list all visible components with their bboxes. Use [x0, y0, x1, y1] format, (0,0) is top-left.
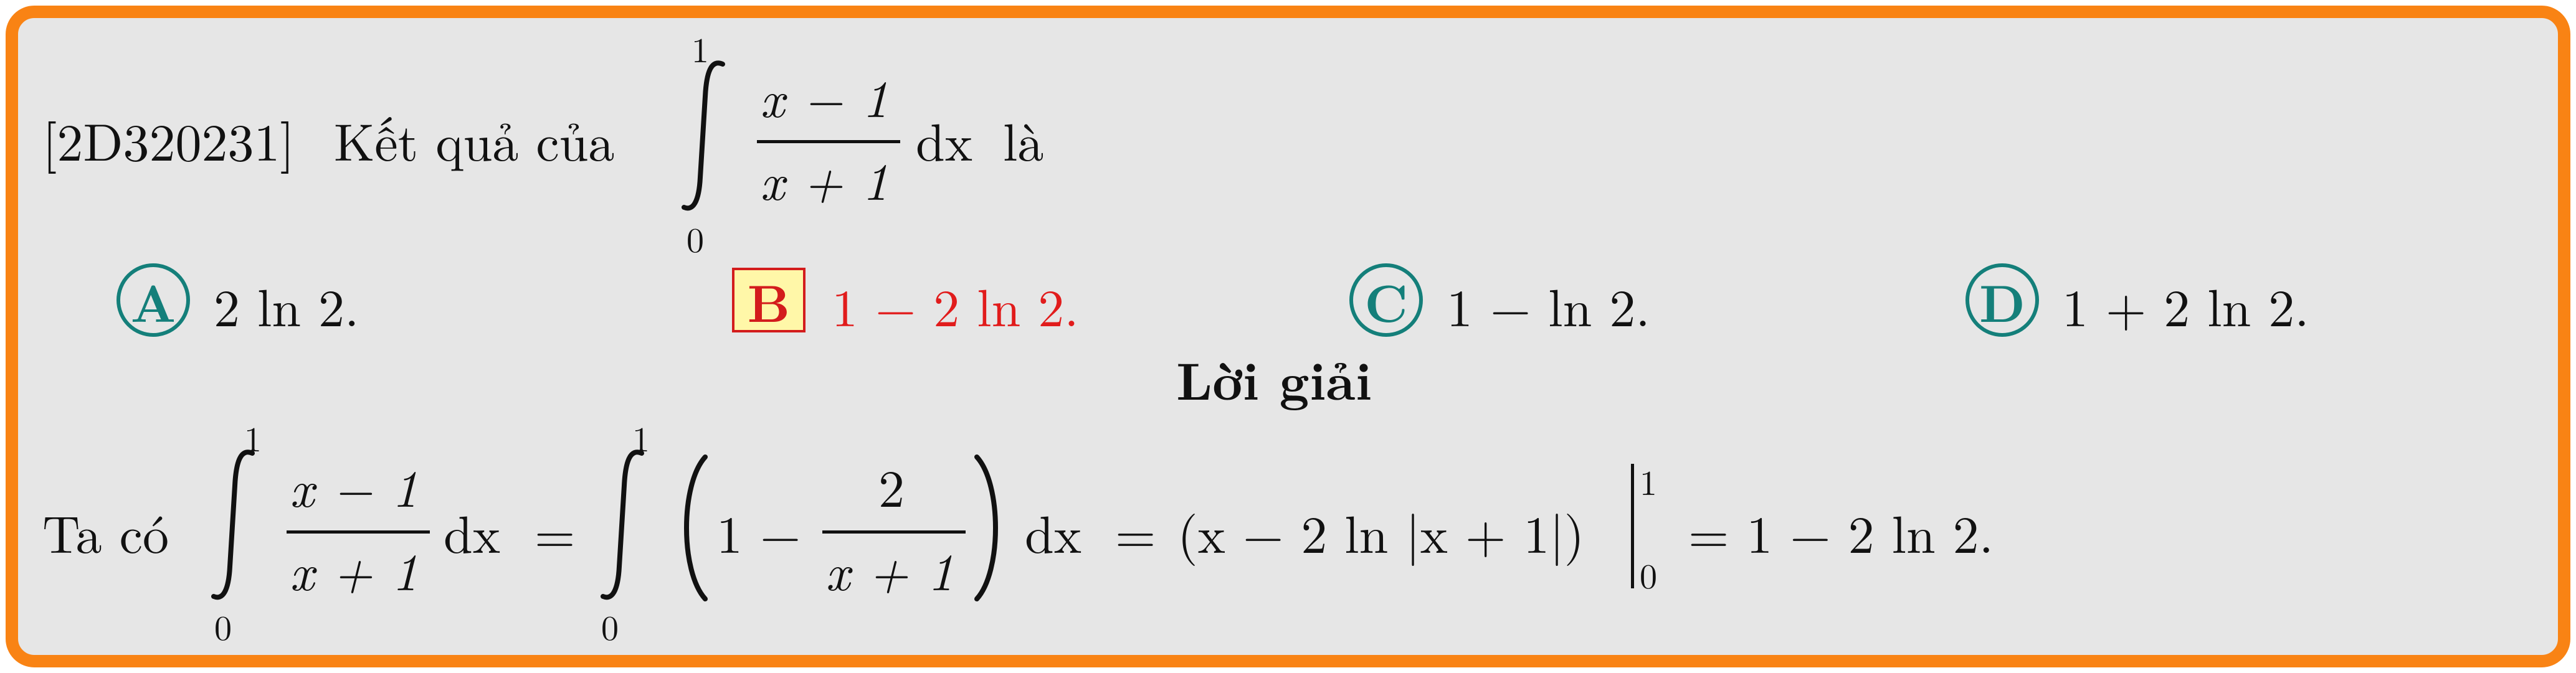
solution-eval-lower: 0	[1640, 550, 1657, 599]
choice-a-text: 2 ln 2.	[214, 268, 359, 342]
solution-integral-2-upper: 1	[632, 413, 650, 462]
solution-integral-1-upper: 1	[244, 413, 262, 462]
integral-upper: 1	[692, 24, 709, 73]
choice-d-marker[interactable]: D	[1965, 263, 2039, 337]
integral-sign	[682, 60, 725, 211]
choice-a-marker[interactable]: A	[116, 263, 190, 337]
solution-fraction-1-denominator: x + 1	[290, 532, 419, 606]
choice-b-marker[interactable]: B	[732, 263, 806, 337]
solution-integral-2-lower: 0	[601, 601, 619, 651]
choice-c-text: 1 − ln 2.	[1447, 268, 1650, 342]
solution-equals-2: =	[1115, 494, 1156, 568]
question-stem: Kết quả của	[334, 102, 615, 176]
choice-c-marker[interactable]: C	[1349, 263, 1423, 337]
solution-one-minus: 1 −	[716, 494, 801, 568]
solution-fraction-2-denominator: x + 1	[825, 532, 954, 606]
solution-integral-2-sign	[601, 449, 644, 600]
solution-differential-1: dx	[444, 494, 501, 568]
integral-lower: 0	[687, 214, 704, 263]
solution-eval-bar	[1631, 464, 1634, 588]
fraction-numerator: x − 1	[760, 59, 889, 133]
solution-differential-2: dx	[1025, 494, 1082, 568]
solution-fraction-2-numerator: 2	[878, 448, 905, 522]
solution-fraction-1-numerator: x − 1	[290, 448, 419, 522]
solution-integral-1-sign	[211, 449, 255, 600]
solution-left-paren	[684, 454, 708, 601]
solution-right-paren	[974, 454, 998, 601]
differential: dx	[916, 102, 973, 176]
solution-antiderivative: (x − 2 ln |x + 1|)	[1177, 494, 1585, 568]
solution-integral-1-lower: 0	[214, 601, 232, 651]
solution-lead: Ta có	[42, 494, 169, 568]
choice-b-text: 1 − 2 ln 2.	[832, 268, 1079, 342]
question-id: [2D320231]	[42, 102, 295, 176]
solution-equals-1: =	[535, 494, 576, 568]
solution-heading: Lời giải	[1176, 341, 1372, 415]
choice-d-text: 1 + 2 ln 2.	[2062, 268, 2309, 342]
question-stem-end: là	[1003, 102, 1044, 176]
solution-eval-upper: 1	[1640, 456, 1657, 506]
fraction-denominator: x + 1	[760, 141, 889, 215]
solution-result: = 1 − 2 ln 2.	[1688, 494, 1994, 568]
